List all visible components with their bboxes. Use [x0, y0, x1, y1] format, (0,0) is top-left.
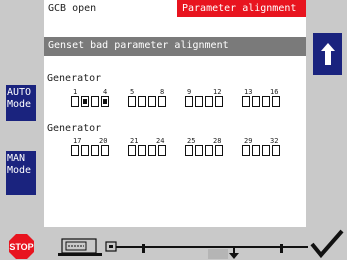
- section2-label: Generator: [47, 123, 102, 134]
- indicator-box: [242, 96, 250, 107]
- indicator-box: [148, 96, 156, 107]
- single-line-diagram: [58, 238, 308, 259]
- indicator-number-label: 21: [130, 137, 139, 145]
- indicator-box: [91, 96, 99, 107]
- man-mode-label-line2: Mode: [7, 165, 32, 176]
- main-screen: GCB open Parameter alignment Genset bad …: [44, 0, 306, 227]
- alarm-message: Genset bad parameter alignment: [44, 37, 306, 56]
- indicator-box: [148, 145, 156, 156]
- bottom-bar: STOP: [0, 227, 347, 260]
- indicator-box: [185, 145, 193, 156]
- breaker-icon: [105, 241, 117, 252]
- mains-icon: [208, 249, 228, 259]
- indicator-box: [272, 96, 280, 107]
- indicator-box: [81, 96, 89, 107]
- indicator-number-label: 32: [270, 137, 279, 145]
- load-arrow-icon: [229, 247, 239, 259]
- indicator-box: [272, 145, 280, 156]
- stop-button[interactable]: STOP: [9, 234, 34, 259]
- stop-label: STOP: [9, 242, 33, 252]
- generator-icon: [58, 238, 102, 256]
- indicator-box: [81, 145, 89, 156]
- indicator-box: [252, 96, 260, 107]
- alarm-title: Parameter alignment: [177, 0, 306, 17]
- indicator-box: [215, 145, 223, 156]
- indicator-box: [158, 145, 166, 156]
- indicator-number-label: 8: [160, 88, 165, 96]
- indicator-box: [128, 145, 136, 156]
- indicator-number-label: 5: [130, 88, 135, 96]
- indicator-box: [101, 96, 109, 107]
- indicator-number-label: 9: [187, 88, 192, 96]
- back-button[interactable]: [313, 33, 342, 75]
- indicator-box: [138, 145, 146, 156]
- indicator-number-label: 25: [187, 137, 196, 145]
- indicator-number-label: 28: [213, 137, 222, 145]
- section1-label: Generator: [47, 73, 102, 84]
- indicator-box: [205, 145, 213, 156]
- indicator-number-label: 17: [73, 137, 82, 145]
- indicator-box: [205, 96, 213, 107]
- auto-mode-label-line2: Mode: [7, 99, 32, 110]
- breaker-status: GCB open: [44, 0, 177, 17]
- indicator-number-label: 1: [73, 88, 78, 96]
- indicator-box: [262, 145, 270, 156]
- controller-display: AUTO Mode MAN Mode GCB open Parameter al…: [0, 0, 347, 260]
- indicator-number-label: 12: [213, 88, 222, 96]
- indicator-number-label: 4: [103, 88, 108, 96]
- checkmark-icon[interactable]: [310, 229, 344, 259]
- indicator-number-label: 13: [244, 88, 253, 96]
- man-mode-label-line1: MAN: [7, 153, 26, 164]
- indicator-box: [101, 145, 109, 156]
- indicator-number-label: 20: [99, 137, 108, 145]
- indicator-box: [242, 145, 250, 156]
- indicator-box: [215, 96, 223, 107]
- indicator-box: [185, 96, 193, 107]
- indicator-box: [138, 96, 146, 107]
- man-mode-button[interactable]: MAN Mode: [6, 151, 36, 195]
- indicator-box: [71, 145, 79, 156]
- indicator-box: [195, 145, 203, 156]
- indicator-box: [195, 96, 203, 107]
- indicator-box: [158, 96, 166, 107]
- auto-mode-button[interactable]: AUTO Mode: [6, 85, 36, 121]
- indicator-number-label: 29: [244, 137, 253, 145]
- indicator-box: [252, 145, 260, 156]
- indicator-box: [262, 96, 270, 107]
- indicator-box: [128, 96, 136, 107]
- indicator-box: [91, 145, 99, 156]
- indicator-number-label: 16: [270, 88, 279, 96]
- indicator-number-label: 24: [156, 137, 165, 145]
- return-arrow-icon: [320, 43, 335, 65]
- indicator-box: [71, 96, 79, 107]
- auto-mode-label-line1: AUTO: [7, 87, 32, 98]
